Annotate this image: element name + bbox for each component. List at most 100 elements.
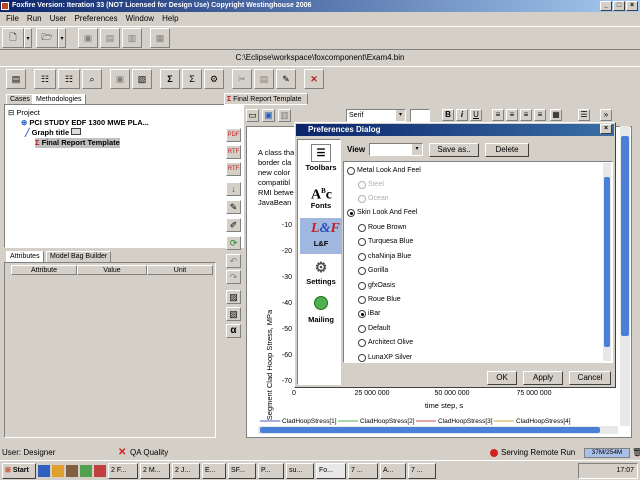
stop-button[interactable]: ✕ — [304, 69, 324, 89]
skin-radio-roue-brown[interactable] — [358, 224, 366, 232]
skin-radio-gorilla[interactable] — [358, 267, 366, 276]
ok-button[interactable]: OK — [487, 371, 517, 385]
indent-button[interactable]: » — [600, 109, 612, 121]
grid-button[interactable]: ▦ — [150, 28, 170, 48]
bold-button[interactable]: B — [442, 109, 454, 121]
align-justify-button[interactable]: ≡ — [534, 109, 546, 121]
italic-button[interactable]: i — [456, 109, 468, 121]
quicklaunch-app2-icon[interactable] — [80, 464, 92, 477]
task-1[interactable]: 2 F... — [108, 462, 138, 479]
task-5[interactable]: SF... — [228, 462, 256, 479]
task-2[interactable]: 2 M... — [140, 462, 170, 479]
category-fonts[interactable]: ABc Fonts — [300, 180, 342, 216]
save-all-button[interactable]: ▤ — [100, 28, 120, 48]
menu-window[interactable]: Window — [122, 14, 158, 23]
tree-item-final-report[interactable]: Σ Final Report Template — [35, 138, 120, 148]
open-folder-dropdown[interactable]: ▾ — [58, 28, 66, 48]
task-4[interactable]: E... — [202, 462, 226, 479]
tab-attributes[interactable]: Attributes — [6, 251, 44, 262]
dialog-close-button[interactable]: × — [600, 124, 612, 134]
font-size-select[interactable] — [410, 109, 430, 122]
trash-icon[interactable]: 🗑 — [632, 446, 640, 460]
redo-button[interactable]: ↷ — [226, 270, 241, 284]
table-button[interactable]: ▦ — [550, 109, 562, 121]
unit-column-header[interactable]: Unit — [147, 265, 213, 275]
editor-vertical-scrollbar[interactable] — [620, 126, 630, 426]
task-6[interactable]: P... — [258, 462, 284, 479]
underline-button[interactable]: U — [470, 109, 482, 121]
quicklaunch-folder-icon[interactable] — [52, 464, 64, 477]
close-button[interactable]: × — [626, 1, 638, 11]
pdf-export-button[interactable]: PDF — [226, 128, 241, 142]
undo-button[interactable]: ↶ — [226, 254, 241, 268]
tree-item-study[interactable]: ⊕ PCI STUDY EDF 1300 MWE PLA... — [21, 118, 149, 128]
tree-button[interactable]: ☷ — [34, 69, 56, 89]
format-print-button[interactable]: ▥ — [278, 109, 291, 122]
view-select[interactable]: ▾ — [369, 143, 423, 156]
rtf-import-button[interactable]: RTF — [226, 162, 241, 176]
tree-item-graph[interactable]: ╱ Graph title — [25, 128, 82, 138]
skin-radio-turquesa-blue[interactable] — [358, 238, 366, 247]
editor-tab[interactable]: Σ Final Report Template — [224, 93, 308, 105]
copy-button[interactable]: ▣ — [110, 69, 130, 89]
metal-look-radio[interactable] — [347, 167, 355, 175]
start-button[interactable]: ⊞ Start — [2, 462, 36, 479]
apply-button[interactable]: Apply — [523, 371, 563, 385]
task-11[interactable]: 7 ... — [408, 462, 436, 479]
quicklaunch-app3-icon[interactable] — [94, 464, 106, 477]
rtf-export-button[interactable]: RTF — [226, 145, 241, 159]
tree-item-project[interactable]: ⊟ Project — [8, 108, 40, 118]
menu-user[interactable]: User — [46, 14, 71, 23]
editor-vscroll-thumb[interactable] — [621, 136, 629, 336]
attribute-column-header[interactable]: Attribute — [11, 265, 77, 275]
align-left-button[interactable]: ≡ — [492, 109, 504, 121]
align-center-button[interactable]: ≡ — [506, 109, 518, 121]
cut-button[interactable]: ✂ — [232, 69, 252, 89]
editor-hscroll-thumb[interactable] — [260, 427, 600, 433]
task-foxfire[interactable]: Fo... — [316, 462, 346, 479]
delete-button[interactable]: Delete — [485, 143, 529, 157]
search-button[interactable]: ⌕ — [82, 69, 102, 89]
insert-image-button[interactable]: ▨ — [226, 290, 241, 304]
task-9[interactable]: 7 ... — [348, 462, 378, 479]
skin-radio-gfxoasis[interactable] — [358, 281, 366, 290]
lf-list-scrollbar[interactable] — [603, 163, 611, 361]
refresh-button[interactable]: ⟳ — [226, 236, 241, 250]
steel-radio[interactable] — [358, 181, 366, 189]
tools-button[interactable]: ⚙ — [204, 69, 224, 89]
maximize-button[interactable]: □ — [613, 1, 625, 11]
value-column-header[interactable]: Value — [77, 265, 147, 275]
category-mailing[interactable]: Mailing — [300, 294, 342, 330]
pen-button[interactable]: ✐ — [226, 218, 241, 232]
tab-model-bag-builder[interactable]: Model Bag Builder — [46, 251, 112, 262]
new-file-button[interactable]: 🗋 — [2, 28, 24, 48]
task-7[interactable]: su... — [286, 462, 314, 479]
skin-look-radio[interactable] — [347, 209, 355, 217]
clock[interactable]: 17:07 — [616, 467, 634, 474]
cancel-button[interactable]: Cancel — [569, 371, 611, 385]
skin-radio-roue-blue[interactable] — [358, 296, 366, 304]
skin-radio-ibar[interactable] — [358, 310, 366, 319]
sum-button[interactable]: Σ — [160, 69, 180, 89]
category-lf[interactable]: L&F L&F — [300, 218, 342, 254]
pencil-button[interactable]: ✎ — [226, 200, 241, 214]
tree-alt-button[interactable]: ☷ — [58, 69, 80, 89]
format-save-button[interactable]: ▣ — [262, 109, 275, 122]
format-new-button[interactable]: ▭ — [246, 109, 259, 122]
insert-chart-button[interactable]: ▧ — [226, 307, 241, 321]
category-settings[interactable]: ⚙ Settings — [300, 256, 342, 292]
open-folder-button[interactable]: 🗁 — [36, 28, 58, 48]
menu-file[interactable]: File — [2, 14, 23, 23]
task-10[interactable]: A... — [380, 462, 406, 479]
category-toolbars[interactable]: ☰ Toolbars — [300, 142, 342, 178]
menu-preferences[interactable]: Preferences — [70, 14, 121, 23]
editor-horizontal-scrollbar[interactable] — [258, 426, 618, 434]
font-family-select[interactable]: Serif ▾ — [346, 109, 406, 122]
memory-indicator[interactable]: 37M/254M — [584, 448, 630, 458]
task-3[interactable]: 2 J... — [172, 462, 200, 479]
skin-radio-architect-olive[interactable] — [358, 339, 366, 348]
edit-button[interactable]: ✎ — [276, 69, 296, 89]
arrow-down-button[interactable]: ↓ — [226, 182, 241, 196]
menu-run[interactable]: Run — [23, 14, 46, 23]
skin-radio-chaninja-blue[interactable] — [358, 252, 366, 261]
